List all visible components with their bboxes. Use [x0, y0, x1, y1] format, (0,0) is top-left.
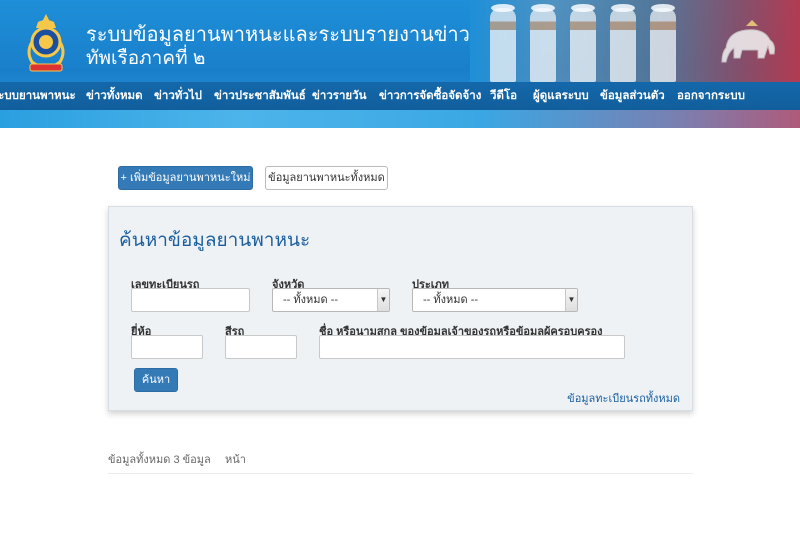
results-summary: ข้อมูลทั้งหมด 3 ข้อมูล	[108, 454, 211, 466]
sailor-figure	[490, 8, 516, 82]
vehicle-search-panel: ค้นหาข้อมูลยานพาหนะ เลขทะเบียนรถ จังหวัด…	[108, 206, 693, 411]
nav-item-admin[interactable]: ผู้ดูแลระบบ	[533, 82, 589, 110]
all-registrations-link[interactable]: ข้อมูลทะเบียนรถทั้งหมด	[567, 389, 680, 407]
site-subtitle: ทัพเรือภาคที่ ๒	[86, 48, 206, 69]
nav-item-logout[interactable]: ออกจากระบบ	[677, 82, 745, 110]
owner-name-input[interactable]	[319, 335, 625, 359]
nav-item-general-news[interactable]: ข่าวทั่วไป	[154, 82, 202, 110]
brand-input[interactable]	[131, 335, 203, 359]
header-wave-band	[0, 110, 800, 128]
navy-emblem-logo	[27, 14, 65, 72]
sailor-figure	[570, 8, 596, 82]
nav-item-profile[interactable]: ข้อมูลส่วนตัว	[600, 82, 665, 110]
type-select-value: -- ทั้งหมด --	[423, 294, 479, 306]
site-header: ระบบข้อมูลยานพาหนะและระบบรายงานข่าว ทัพเ…	[0, 0, 800, 128]
sailor-cap	[651, 4, 675, 12]
color-input[interactable]	[225, 335, 297, 359]
elephant-emblem-icon	[721, 20, 775, 63]
add-vehicle-button[interactable]: + เพิ่มข้อมูลยานพาหนะใหม่	[118, 166, 253, 190]
nav-item-procurement-news[interactable]: ข่าวการจัดซื้อจัดจ้าง	[379, 82, 481, 110]
sailor-figure	[650, 8, 676, 82]
search-panel-title: ค้นหาข้อมูลยานพาหนะ	[119, 230, 311, 251]
sailor-figure	[610, 8, 636, 82]
type-select[interactable]: -- ทั้งหมด -- ▼	[412, 288, 578, 312]
pagination-label: หน้า	[225, 454, 246, 466]
nav-item-all-news[interactable]: ข่าวทั้งหมด	[86, 82, 143, 110]
main-navbar: ระบบยานพาหนะ ข่าวทั้งหมด ข่าวทั่วไป ข่าว…	[0, 82, 800, 110]
nav-item-daily-news[interactable]: ข่าวรายวัน	[312, 82, 366, 110]
nav-item-vehicle-system[interactable]: ระบบยานพาหนะ	[0, 82, 76, 110]
province-select[interactable]: -- ทั้งหมด -- ▼	[272, 288, 390, 312]
search-button[interactable]: ค้นหา	[134, 368, 178, 392]
chevron-down-icon: ▼	[377, 289, 389, 311]
sailor-figure	[530, 8, 556, 82]
nav-item-pr-news[interactable]: ข่าวประชาสัมพันธ์	[214, 82, 306, 110]
province-select-value: -- ทั้งหมด --	[283, 294, 339, 306]
sailor-cap	[611, 4, 635, 12]
sailor-cap	[531, 4, 555, 12]
sailor-cap	[491, 4, 515, 12]
results-divider	[108, 473, 693, 474]
plate-number-input[interactable]	[131, 288, 250, 312]
chevron-down-icon: ▼	[565, 289, 577, 311]
nav-item-video[interactable]: วีดีโอ	[490, 82, 517, 110]
all-vehicles-button[interactable]: ข้อมูลยานพาหนะทั้งหมด	[265, 166, 388, 190]
sailor-cap	[571, 4, 595, 12]
